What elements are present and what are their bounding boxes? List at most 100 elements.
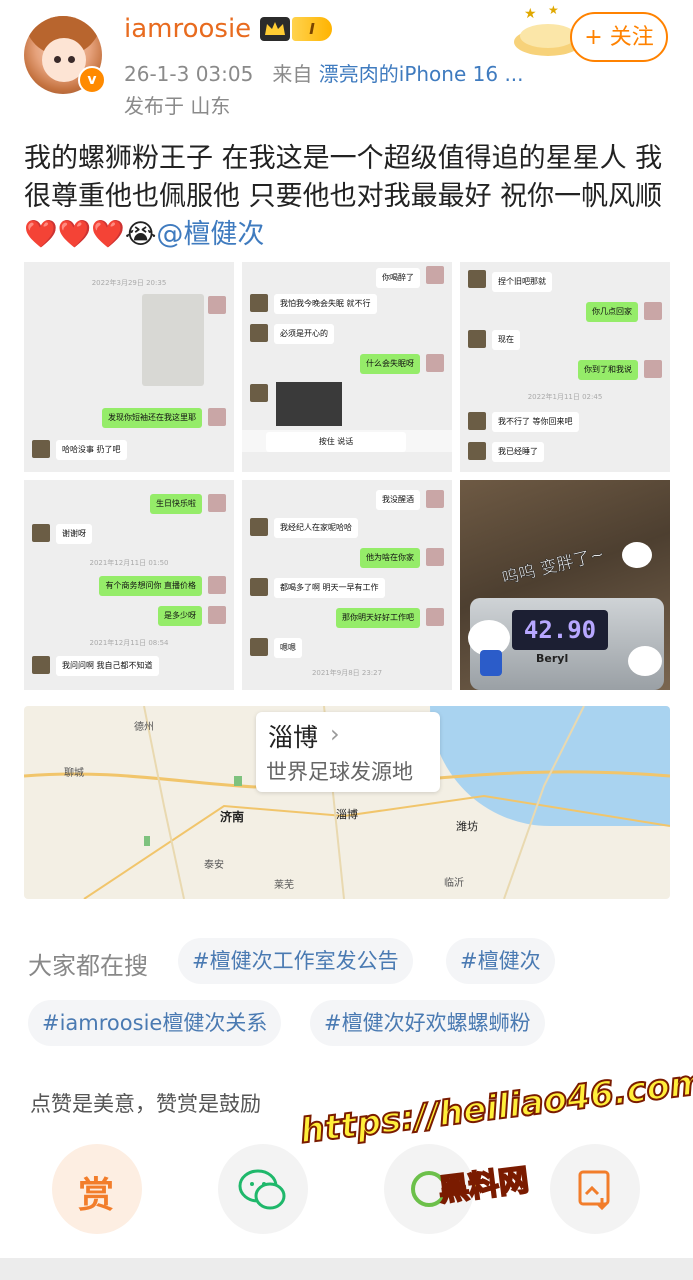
- chat-bubble: 我经纪人在家呢哈哈: [274, 518, 358, 538]
- avatar: [468, 330, 486, 348]
- mention-link[interactable]: @檀健次: [156, 219, 264, 250]
- reward-icon: 赏: [78, 1175, 115, 1216]
- watermark-site: 黑料网: [436, 1162, 532, 1210]
- avatar: [250, 324, 268, 342]
- chat-bubble: 有个商务想问你 直播价格: [99, 576, 202, 596]
- chat-bubble: 他为啥在你家: [360, 548, 420, 568]
- chat-bubble: 我不行了 等你回来吧: [492, 412, 579, 432]
- hot-search-chip[interactable]: #檀健次: [446, 938, 555, 984]
- chat-bubble: 我怕我今晚会失眠 就不行: [274, 294, 377, 314]
- hello-kitty-sticker-icon: [628, 646, 662, 676]
- wechat-icon: [238, 1169, 286, 1210]
- follow-label: 关注: [609, 25, 654, 50]
- chat-bubble: 我没醒酒: [376, 490, 420, 510]
- crown-icon: [260, 17, 290, 41]
- post-source[interactable]: 漂亮肉的iPhone 16 ...: [319, 62, 524, 86]
- post-location: 发布于 山东: [124, 94, 231, 118]
- photo-thumbnail: [276, 382, 342, 426]
- source-prefix: 来自: [272, 62, 313, 86]
- avatar: [426, 266, 444, 284]
- verified-badge-icon: v: [78, 66, 106, 94]
- avatar: [426, 548, 444, 566]
- wechat-share-button[interactable]: [218, 1144, 308, 1234]
- map-place: 淄博: [336, 808, 358, 821]
- svg-text:★: ★: [524, 6, 537, 22]
- avatar: [208, 494, 226, 512]
- hot-search-chip[interactable]: #檀健次好欢螺螺蛳粉: [310, 1000, 545, 1046]
- avatar: [250, 384, 268, 402]
- chat-bubble: 哈哈没事 扔了吧: [56, 440, 127, 460]
- post-body: 我的螺狮粉王子 在我这是一个超级值得追的星星人 我很尊重他也佩服他 只要他也对我…: [24, 140, 674, 254]
- bottom-bar: [0, 1258, 693, 1280]
- avatar: [644, 360, 662, 378]
- avatar: [250, 638, 268, 656]
- chat-timestamp: 2022年1月11日 02:45: [527, 393, 603, 401]
- heart-emoji: ❤️❤️❤️: [24, 219, 125, 250]
- avatar: [468, 412, 486, 430]
- chat-bubble: 是多少呀: [158, 606, 202, 626]
- plus-icon: +: [584, 25, 603, 50]
- avatar: [208, 606, 226, 624]
- image-download-icon: [578, 1170, 610, 1211]
- chat-bubble: 捏个旧吧那就: [492, 272, 552, 292]
- location-subtitle: 世界足球发源地: [266, 760, 413, 784]
- chevron-right-icon: ›: [330, 720, 340, 748]
- post-meta: 26-1-3 03:05 来自 漂亮肉的iPhone 16 ...: [124, 58, 524, 87]
- level-badge[interactable]: I: [292, 17, 332, 41]
- post-image-4[interactable]: 生日快乐啦 谢谢呀 2021年12月11日 01:50 有个商务想问你 直播价格…: [24, 480, 234, 690]
- post-image-5[interactable]: 我没醒酒 我经纪人在家呢哈哈 他为啥在你家 都喝多了啊 明天一早有工作 那你明天…: [242, 480, 452, 690]
- avatar: [250, 294, 268, 312]
- avatar: [468, 442, 486, 460]
- post-image-3[interactable]: 捏个旧吧那就 你几点回家 现在 你到了和我说 2022年1月11日 02:45 …: [460, 262, 670, 472]
- map-place: 济南: [220, 810, 245, 824]
- chat-timestamp: 2021年9月8日 23:27: [311, 669, 383, 677]
- avatar: [468, 270, 486, 288]
- map-place: 潍坊: [456, 820, 478, 833]
- chat-bubble: 生日快乐啦: [150, 494, 202, 514]
- avatar: [208, 296, 226, 314]
- avatar: [32, 656, 50, 674]
- follow-button[interactable]: + 关注: [570, 12, 668, 62]
- chat-bubble: 必须是开心的: [274, 324, 334, 344]
- chat-bubble: 什么会失眠呀: [360, 354, 420, 374]
- avatar: [250, 518, 268, 536]
- image-caption: 呜呜 变胖了~: [499, 544, 607, 590]
- scale-display: 42.90: [512, 610, 608, 650]
- chat-bubble: 都喝多了啊 明天一早有工作: [274, 578, 385, 598]
- post-image-1[interactable]: 2022年3月29日 20:35 发现你短袖还在我这里耶 哈哈没事 扔了吧: [24, 262, 234, 472]
- avatar: [644, 302, 662, 320]
- map-place: 临沂: [444, 878, 464, 889]
- chat-bubble: 我问问啊 我自己都不知道: [56, 656, 159, 676]
- chat-timestamp: 2021年12月11日 01:50: [89, 559, 169, 567]
- svg-text:★: ★: [548, 3, 559, 17]
- chat-timestamp: 2022年3月29日 20:35: [91, 279, 167, 287]
- location-city[interactable]: 淄博: [268, 718, 318, 754]
- save-image-button[interactable]: [550, 1144, 640, 1234]
- chat-bubble: 我已经睡了: [492, 442, 544, 462]
- avatar: [32, 524, 50, 542]
- post-image-6[interactable]: 42.90 Beryl 呜呜 变胖了~: [460, 480, 670, 690]
- hot-search-chip[interactable]: #檀健次工作室发公告: [178, 938, 413, 984]
- username[interactable]: iamroosie: [124, 14, 251, 44]
- chat-timestamp: 2021年12月11日 08:54: [89, 639, 169, 647]
- post-image-2[interactable]: 你喝醉了 我怕我今晚会失眠 就不行 必须是开心的 什么会失眠呀 按住 说话: [242, 262, 452, 472]
- hot-search-label: 大家都在搜: [28, 952, 148, 980]
- chat-bubble: 谢谢呀: [56, 524, 92, 544]
- chat-bubble: 你几点回家: [586, 302, 638, 322]
- avatar: [32, 440, 50, 458]
- avatar: [426, 354, 444, 372]
- shirt-photo: [142, 294, 204, 386]
- crying-emoji: 😭: [124, 219, 157, 250]
- post-date: 26-1-3 03:05: [124, 62, 254, 86]
- avatar: [426, 608, 444, 626]
- map-place: 莱芜: [274, 880, 294, 891]
- avatar: [250, 578, 268, 596]
- map-place: 泰安: [204, 860, 224, 871]
- chat-bubble: 你到了和我说: [578, 360, 638, 380]
- hot-search-chip[interactable]: #iamroosie檀健次关系: [28, 1000, 282, 1046]
- chat-bubble: 发现你短袖还在我这里耶: [102, 408, 202, 428]
- chat-bubble: 嗯嗯: [274, 638, 302, 658]
- voice-input-bar: 按住 说话: [266, 432, 406, 452]
- avatar: [208, 576, 226, 594]
- post-text: 我的螺狮粉王子 在我这是一个超级值得追的星星人 我很尊重他也佩服他 只要他也对我…: [24, 143, 663, 212]
